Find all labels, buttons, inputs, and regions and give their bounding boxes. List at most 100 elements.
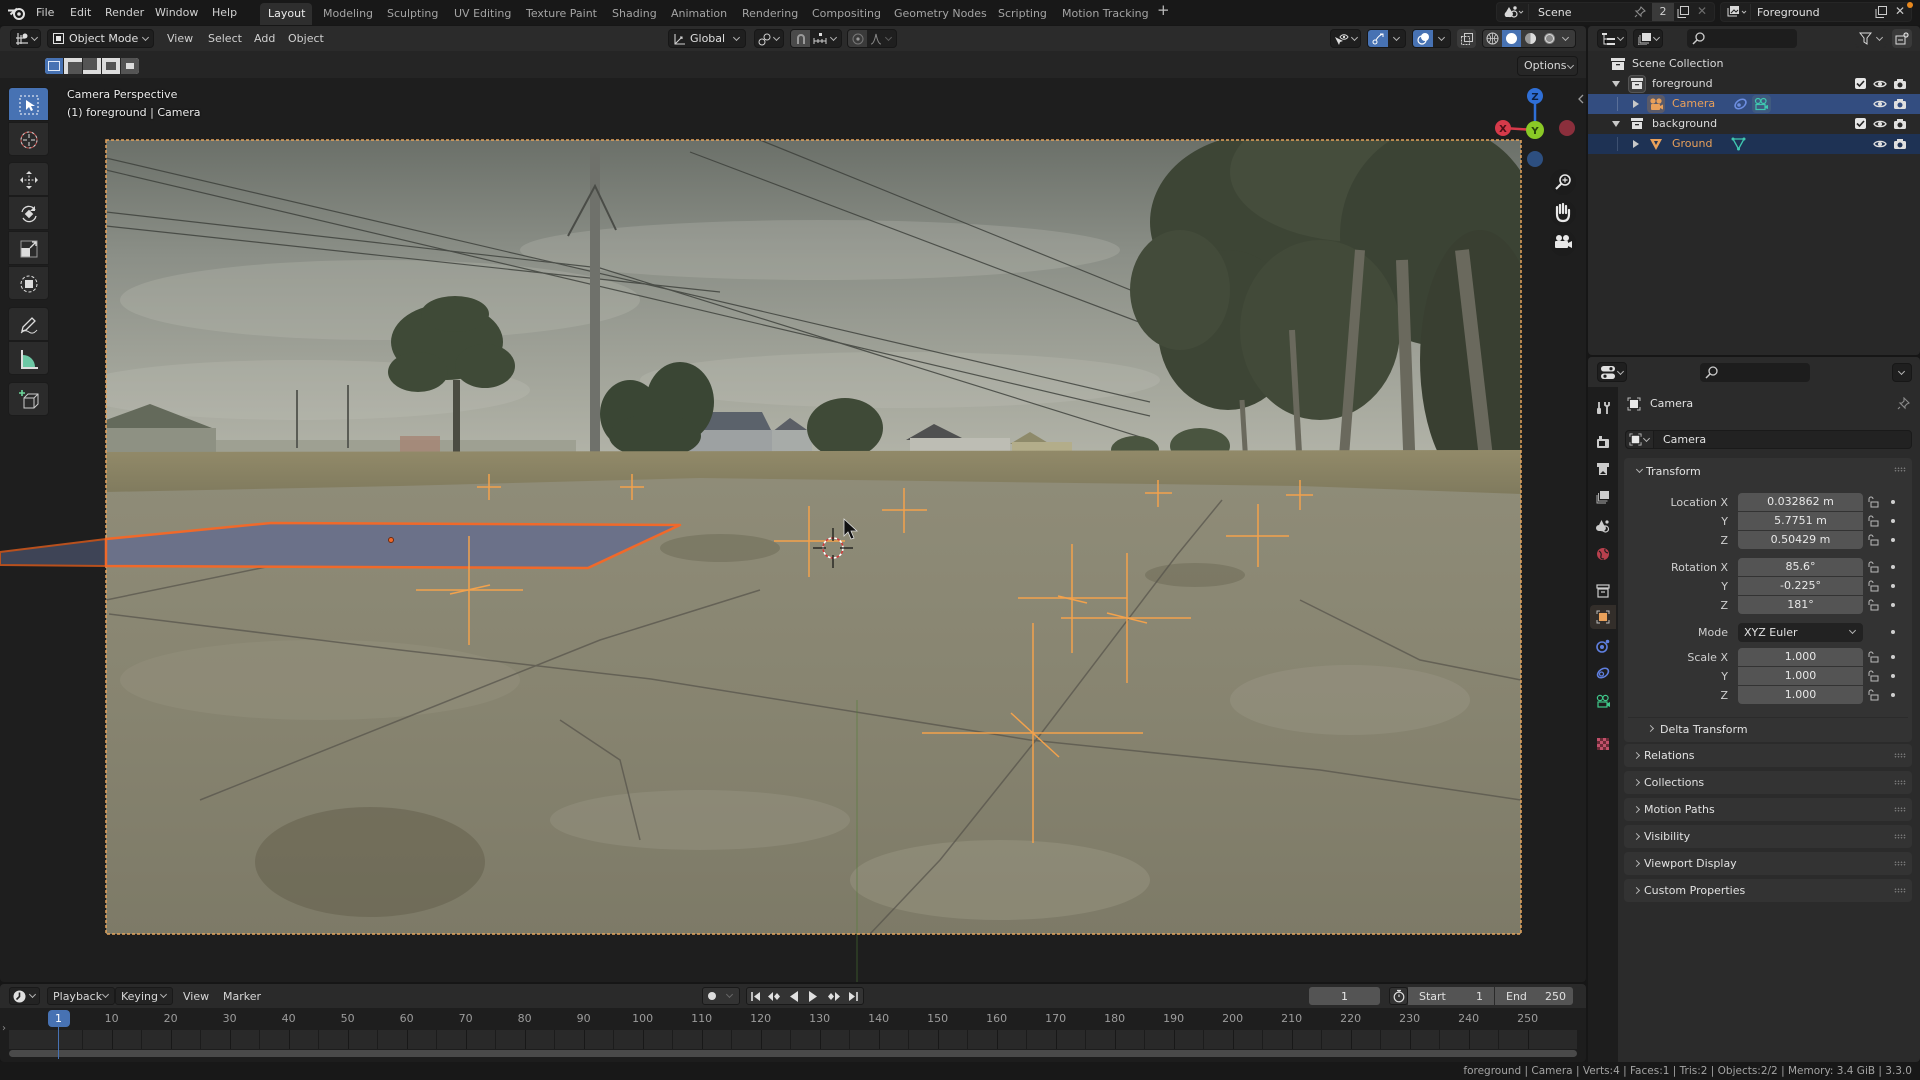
snap-target-increment-icon[interactable]	[811, 31, 829, 46]
lock-rotation-y-icon[interactable]	[1867, 580, 1879, 592]
xray-toggle-icon[interactable]	[1457, 29, 1476, 48]
pin-icon[interactable]	[1633, 5, 1647, 19]
playhead-line[interactable]	[57, 1026, 60, 1059]
timeline-scrollbar[interactable]	[9, 1050, 1577, 1057]
chevron-down-icon[interactable]	[1561, 33, 1570, 42]
channel-region-expand-icon[interactable]: ›	[2, 1022, 6, 1035]
tab-render[interactable]	[1590, 430, 1616, 454]
outliner-display-mode-dropdown[interactable]	[1597, 29, 1627, 48]
keyframe-scale-y-dot[interactable]	[1891, 674, 1895, 678]
outliner-row-camera[interactable]: Camera	[1588, 94, 1920, 114]
solid-shading-icon[interactable]	[1502, 30, 1521, 47]
viewport-menu-object[interactable]: Object	[288, 32, 324, 45]
location-z-field[interactable]: 0.50429 m	[1738, 531, 1863, 549]
keyframe-rotation-x-dot[interactable]	[1891, 565, 1895, 569]
object-datablock-selector[interactable]: Camera	[1625, 430, 1912, 449]
viewport-canvas[interactable]: Z X Y	[0, 0, 1586, 982]
keyframe-rotation-z-dot[interactable]	[1891, 603, 1895, 607]
outliner-row-foreground[interactable]: foreground	[1588, 74, 1920, 94]
panel-viewport-display[interactable]: Viewport Display	[1624, 852, 1912, 875]
snap-toggle-magnet-icon[interactable]	[791, 30, 810, 47]
editor-type-button[interactable]	[10, 29, 41, 48]
panel-custom-properties[interactable]: Custom Properties	[1624, 879, 1912, 902]
scale-z-field[interactable]: 1.000	[1738, 686, 1863, 704]
overlays-toggle-icon[interactable]	[1413, 30, 1433, 47]
eye-icon[interactable]	[1873, 79, 1887, 89]
render-camera-icon[interactable]	[1893, 118, 1907, 130]
tab-scene[interactable]	[1590, 514, 1616, 538]
lock-location-z-icon[interactable]	[1867, 534, 1879, 546]
expand-arrow-icon[interactable]	[1612, 121, 1620, 127]
delta-transform-subpanel-header[interactable]: Delta Transform	[1628, 717, 1908, 739]
viewport-menu-select[interactable]: Select	[208, 32, 242, 45]
timeline-track-area[interactable]	[9, 1030, 1577, 1049]
object-mode-dropdown[interactable]: Object Mode	[47, 29, 154, 48]
new-collection-icon[interactable]	[1892, 29, 1912, 48]
playback-dropdown[interactable]: Playback	[47, 987, 115, 1005]
keyframe-location-x-dot[interactable]	[1891, 500, 1895, 504]
sidebar-toggle-arrow-icon[interactable]	[1578, 94, 1584, 104]
eye-icon[interactable]	[1873, 139, 1887, 149]
tool-transform[interactable]	[8, 266, 49, 300]
tool-annotate[interactable]	[8, 307, 49, 341]
tab-object-data-camera[interactable]	[1590, 689, 1616, 713]
panel-drag-handle[interactable]	[1894, 780, 1906, 785]
rotation-y-field[interactable]: -0.225°	[1738, 577, 1863, 595]
properties-editor-type-button[interactable]	[1597, 362, 1627, 382]
eye-icon[interactable]	[1873, 99, 1887, 109]
chevron-down-icon[interactable]	[1437, 33, 1446, 42]
outliner-filter-dropdown[interactable]	[1633, 29, 1663, 48]
expand-arrow-icon[interactable]	[1612, 81, 1620, 87]
select-mode-subtract-icon[interactable]	[83, 58, 101, 74]
location-y-field[interactable]: 5.7751 m	[1738, 512, 1863, 530]
panel-motion-paths[interactable]: Motion Paths	[1624, 798, 1912, 821]
tab-collection[interactable]	[1590, 579, 1616, 603]
rotation-x-field[interactable]: 85.6°	[1738, 558, 1863, 576]
rendered-shading-icon[interactable]	[1540, 30, 1559, 47]
properties-search-input[interactable]	[1700, 363, 1810, 382]
gizmo-neg-x-handle[interactable]	[1559, 120, 1575, 136]
tab-texture[interactable]	[1590, 732, 1616, 756]
panel-drag-handle[interactable]	[1894, 861, 1906, 866]
tool-rotate[interactable]	[8, 196, 49, 230]
material-preview-shading-icon[interactable]	[1521, 30, 1540, 47]
outliner-filter-popover[interactable]	[1855, 29, 1887, 48]
pivot-point-dropdown[interactable]	[754, 29, 784, 48]
object-browse-button[interactable]	[1626, 431, 1654, 448]
play-reverse-icon[interactable]	[788, 991, 800, 1002]
panel-drag-handle[interactable]	[1894, 807, 1906, 812]
record-toggle-icon[interactable]	[708, 992, 716, 1000]
object-name-field[interactable]: Camera	[1663, 433, 1706, 446]
keyframe-location-y-dot[interactable]	[1891, 519, 1895, 523]
tab-world[interactable]	[1590, 542, 1616, 566]
tool-move[interactable]	[8, 162, 49, 196]
pan-view-button[interactable]	[1550, 200, 1576, 226]
tool-measure[interactable]	[8, 341, 49, 375]
object-visibility-dropdown[interactable]	[1330, 29, 1361, 48]
gizmo-neg-z-handle[interactable]	[1527, 151, 1543, 167]
camera-view-button[interactable]	[1550, 230, 1576, 256]
lock-scale-y-icon[interactable]	[1867, 670, 1879, 682]
select-mode-extend-icon[interactable]	[64, 58, 82, 74]
panel-visibility[interactable]: Visibility	[1624, 825, 1912, 848]
keyframe-scale-x-dot[interactable]	[1891, 655, 1895, 659]
ground-plane-outside-frame[interactable]	[0, 537, 107, 568]
current-frame-field[interactable]: 1	[1309, 987, 1380, 1005]
tab-view-layer[interactable]	[1590, 485, 1616, 509]
expand-arrow-icon[interactable]	[1633, 100, 1639, 108]
playhead-frame-indicator[interactable]: 1	[47, 1010, 70, 1027]
expand-arrow-icon[interactable]	[1633, 140, 1639, 148]
transform-orientation-dropdown[interactable]: Global	[668, 29, 746, 48]
keyframe-location-z-dot[interactable]	[1891, 538, 1895, 542]
lock-location-x-icon[interactable]	[1867, 496, 1879, 508]
tab-object-constraints[interactable]	[1590, 661, 1616, 685]
delete-view-layer-icon[interactable]: ✕	[1895, 5, 1905, 18]
gizmo-toggle-icon[interactable]	[1368, 30, 1388, 47]
wireframe-shading-icon[interactable]	[1483, 30, 1502, 47]
panel-collections[interactable]: Collections	[1624, 771, 1912, 794]
tab-object[interactable]	[1590, 605, 1616, 629]
jump-to-previous-keyframe-icon[interactable]	[768, 991, 782, 1002]
tool-add-cube[interactable]	[8, 382, 49, 416]
keyframe-scale-z-dot[interactable]	[1891, 693, 1895, 697]
panel-drag-handle[interactable]	[1894, 467, 1906, 472]
